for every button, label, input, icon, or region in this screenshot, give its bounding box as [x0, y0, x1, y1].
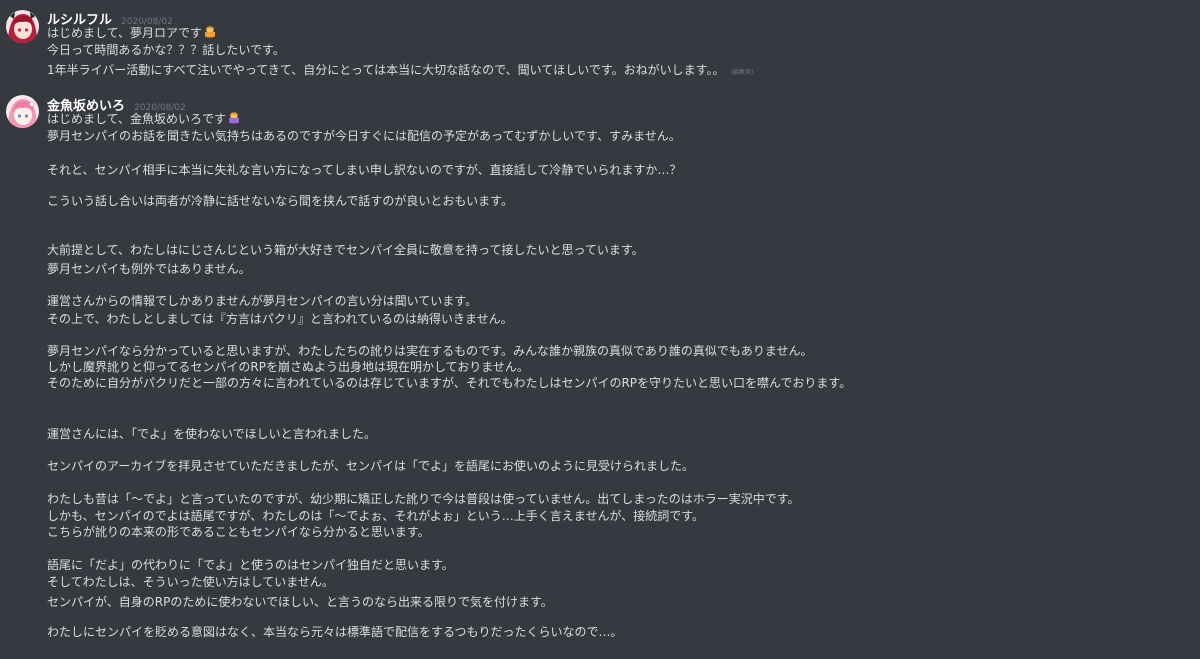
message-text: わたしも昔は「〜でよ」と言っていたのですが、幼少期に矯正した訛りで今は普段は使っ… [47, 492, 800, 506]
message-text: 語尾に「だよ」の代わりに「でよ」と使うのはセンパイ独自だと思います。 [47, 558, 454, 572]
message-line: そしてわたしは、そういった使い方はしていません。 [47, 574, 334, 591]
message-line: しかし魔界訛りと仰ってるセンパイのRPを崩さぬよう出身地は現在明かしておりません… [47, 359, 529, 376]
message-text: はじめまして、金魚坂めいろです [47, 112, 227, 126]
message-text: 大前提として、わたしはにじさんじという箱が大好きでセンパイ全員に敬意を持って接し… [47, 243, 644, 257]
message-text: そのために自分がパクリだと一部の方々に言われているのは存じていますが、それでもわ… [47, 376, 852, 390]
user-avatar[interactable] [6, 95, 39, 128]
message-line: センパイのアーカイブを拝見させていただきましたが、センパイは「でよ」を語尾にお使… [47, 458, 694, 475]
person-bowing-emoji-icon [205, 26, 216, 38]
anime-girl-red-hair-avatar-icon [6, 10, 39, 43]
message-line: センパイが、自身のRPのために使わないでほしい、と言うのなら出来る限りで気を付け… [47, 594, 553, 611]
message-text: しかし魔界訛りと仰ってるセンパイのRPを崩さぬよう出身地は現在明かしておりません… [47, 360, 529, 374]
message-text: こちらが訛りの本来の形であることもセンパイなら分かると思います。 [47, 525, 430, 539]
message-line: 夢月センパイも例外ではありません。 [47, 261, 251, 278]
anime-girl-pink-hair-avatar-icon [6, 95, 39, 128]
message-text: はじめまして、夢月ロアです [47, 26, 203, 40]
person-bowing-emoji-icon [229, 112, 240, 124]
message-text: それと、センパイ相手に本当に失礼な言い方になってしまい申し訳ないのですが、直接話… [47, 163, 682, 177]
message-line: それと、センパイ相手に本当に失礼な言い方になってしまい申し訳ないのですが、直接話… [47, 162, 681, 179]
message-line: 1年半ライバー活動にすべて注いでやってきて、自分にとっては本当に大切な話なので、… [47, 62, 753, 79]
message-text: しかも、センパイのでよは語尾ですが、わたしのは「〜でよぉ、それがよぉ」という…上… [47, 509, 705, 523]
message-text: こういう話し合いは両者が冷静に話せないなら間を挟んで話すのが良いとおもいます。 [47, 194, 513, 208]
message-text: 運営さんからの情報でしかありませんが夢月センパイの言い分は聞いています。 [47, 294, 478, 308]
chat-message: ルシルフル 2020/08/02 はじめまして、夢月ロアです 今日って時間あるか… [0, 0, 1200, 90]
message-text: 運営さんには、「でよ」を使わないでほしいと言われました。 [47, 427, 377, 441]
message-line: 今日って時間あるかな？？？話したいです。 [47, 42, 285, 59]
message-header: 金魚坂めいろ 2020/08/02 [47, 95, 186, 114]
message-line: 大前提として、わたしはにじさんじという箱が大好きでセンパイ全員に敬意を持って接し… [47, 242, 644, 259]
message-line: わたしにセンパイを貶める意図はなく、本当なら元々は標準語で配信をするつもりだった… [47, 624, 623, 641]
message-line: わたしも昔は「〜でよ」と言っていたのですが、幼少期に矯正した訛りで今は普段は使っ… [47, 491, 800, 508]
message-line: しかも、センパイのでよは語尾ですが、わたしのは「〜でよぉ、それがよぉ」という…上… [47, 508, 704, 525]
message-line: 運営さんからの情報でしかありませんが夢月センパイの言い分は聞いています。 [47, 293, 477, 310]
message-line: 運営さんには、「でよ」を使わないでほしいと言われました。 [47, 426, 376, 443]
message-text: 夢月センパイも例外ではありません。 [47, 262, 251, 276]
message-text: 1年半ライバー活動にすべて注いでやってきて、自分にとっては本当に大切な話なので、… [47, 63, 725, 77]
message-text: センパイが、自身のRPのために使わないでほしい、と言うのなら出来る限りで気を付け… [47, 595, 553, 609]
message-text: 夢月センパイのお話を聞きたい気持ちはあるのですが今日すぐには配信の予定があってむ… [47, 129, 681, 143]
message-line: 夢月センパイのお話を聞きたい気持ちはあるのですが今日すぐには配信の予定があってむ… [47, 128, 681, 145]
message-line: こういう話し合いは両者が冷静に話せないなら間を挟んで話すのが良いとおもいます。 [47, 193, 513, 210]
message-line: はじめまして、金魚坂めいろです [47, 111, 241, 128]
message-line: こちらが訛りの本来の形であることもセンパイなら分かると思います。 [47, 524, 430, 541]
message-line: 語尾に「だよ」の代わりに「でよ」と使うのはセンパイ独自だと思います。 [47, 557, 454, 574]
message-text: そしてわたしは、そういった使い方はしていません。 [47, 575, 334, 589]
message-text: わたしにセンパイを貶める意図はなく、本当なら元々は標準語で配信をするつもりだった… [47, 625, 623, 639]
message-line: その上で、わたしとしましては『方言はパクリ』と言われているのは納得いきません。 [47, 311, 513, 328]
chat-message: 金魚坂めいろ 2020/08/02 はじめまして、金魚坂めいろです 夢月センパイ… [0, 90, 1200, 659]
message-text: 夢月センパイなら分かっていると思いますが、わたしたちの訛りは実在するものです。み… [47, 344, 813, 358]
message-text: その上で、わたしとしましては『方言はパクリ』と言われているのは納得いきません。 [47, 312, 513, 326]
message-line: そのために自分がパクリだと一部の方々に言われているのは存じていますが、それでもわ… [47, 375, 851, 392]
message-text: 今日って時間あるかな？？？話したいです。 [47, 43, 285, 57]
edited-indicator: (編集済) [730, 69, 754, 76]
message-line: 夢月センパイなら分かっていると思いますが、わたしたちの訛りは実在するものです。み… [47, 343, 813, 360]
message-line: はじめまして、夢月ロアです [47, 25, 217, 42]
message-text: センパイのアーカイブを拝見させていただきましたが、センパイは「でよ」を語尾にお使… [47, 459, 695, 473]
user-avatar[interactable] [6, 10, 39, 43]
message-header: ルシルフル 2020/08/02 [47, 9, 173, 28]
chat-message-list: ルシルフル 2020/08/02 はじめまして、夢月ロアです 今日って時間あるか… [0, 0, 1200, 659]
